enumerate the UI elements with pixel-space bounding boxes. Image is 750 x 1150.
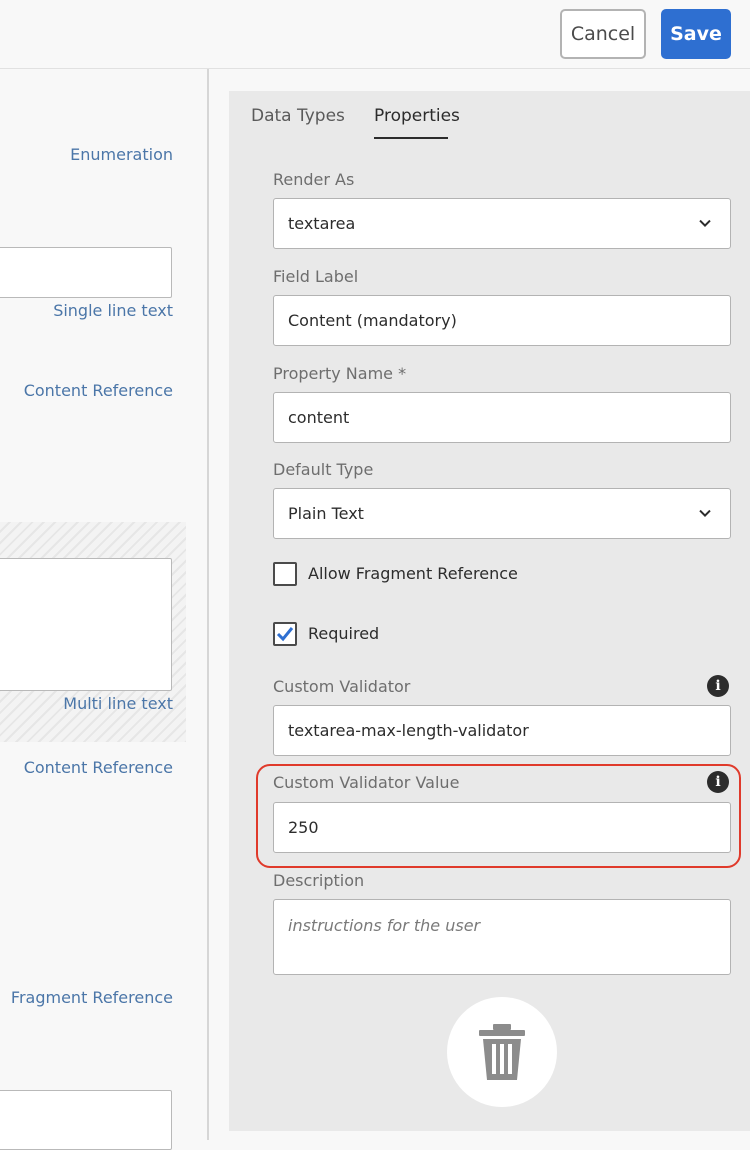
render-as-value: textarea: [288, 214, 356, 233]
chevron-down-icon: [699, 509, 711, 517]
description-textarea[interactable]: instructions for the user: [273, 899, 731, 975]
pane-divider: [207, 69, 209, 1140]
description-label: Description: [273, 871, 365, 890]
field-label-input[interactable]: Content (mandatory): [273, 295, 731, 346]
allow-fragment-reference-checkbox[interactable]: [273, 562, 297, 586]
canvas-field-fragment-reference[interactable]: [0, 1090, 172, 1150]
delete-field-button[interactable]: [447, 997, 557, 1107]
render-as-label: Render As: [273, 170, 355, 189]
tab-data-types[interactable]: Data Types: [251, 106, 345, 126]
canvas-label-enumeration: Enumeration: [70, 145, 173, 164]
canvas-field-single-line[interactable]: [0, 247, 172, 298]
property-name-input[interactable]: content: [273, 392, 731, 443]
required-checkbox[interactable]: [273, 622, 297, 646]
canvas-label-content-reference-2: Content Reference: [23, 758, 173, 777]
allow-fragment-reference-label: Allow Fragment Reference: [308, 564, 518, 583]
canvas-field-multi-line[interactable]: [0, 558, 172, 691]
custom-validator-value-label: Custom Validator Value: [273, 773, 460, 792]
custom-validator-value-input[interactable]: 250: [273, 802, 731, 853]
info-icon[interactable]: i: [707, 675, 729, 697]
trash-icon: [479, 1024, 525, 1080]
render-as-select[interactable]: textarea: [273, 198, 731, 249]
cancel-button[interactable]: Cancel: [560, 9, 646, 59]
canvas-label-content-reference: Content Reference: [23, 381, 173, 400]
save-button[interactable]: Save: [661, 9, 731, 59]
canvas-label-fragment-reference: Fragment Reference: [10, 988, 173, 1007]
canvas-label-multi-line-text: Multi line text: [63, 694, 173, 713]
custom-validator-label: Custom Validator: [273, 677, 411, 696]
info-icon[interactable]: i: [707, 771, 729, 793]
checkmark-icon: [276, 627, 294, 642]
property-name-label: Property Name *: [273, 364, 407, 383]
top-toolbar: Cancel Save: [0, 0, 750, 69]
default-type-value: Plain Text: [288, 504, 364, 523]
required-label: Required: [308, 624, 380, 643]
chevron-down-icon: [699, 219, 711, 227]
field-label-label: Field Label: [273, 267, 359, 286]
default-type-label: Default Type: [273, 460, 374, 479]
custom-validator-input[interactable]: textarea-max-length-validator: [273, 705, 731, 756]
active-tab-indicator: [374, 137, 448, 139]
canvas-label-single-line-text: Single line text: [53, 301, 173, 320]
tab-properties[interactable]: Properties: [374, 106, 460, 126]
default-type-select[interactable]: Plain Text: [273, 488, 731, 539]
